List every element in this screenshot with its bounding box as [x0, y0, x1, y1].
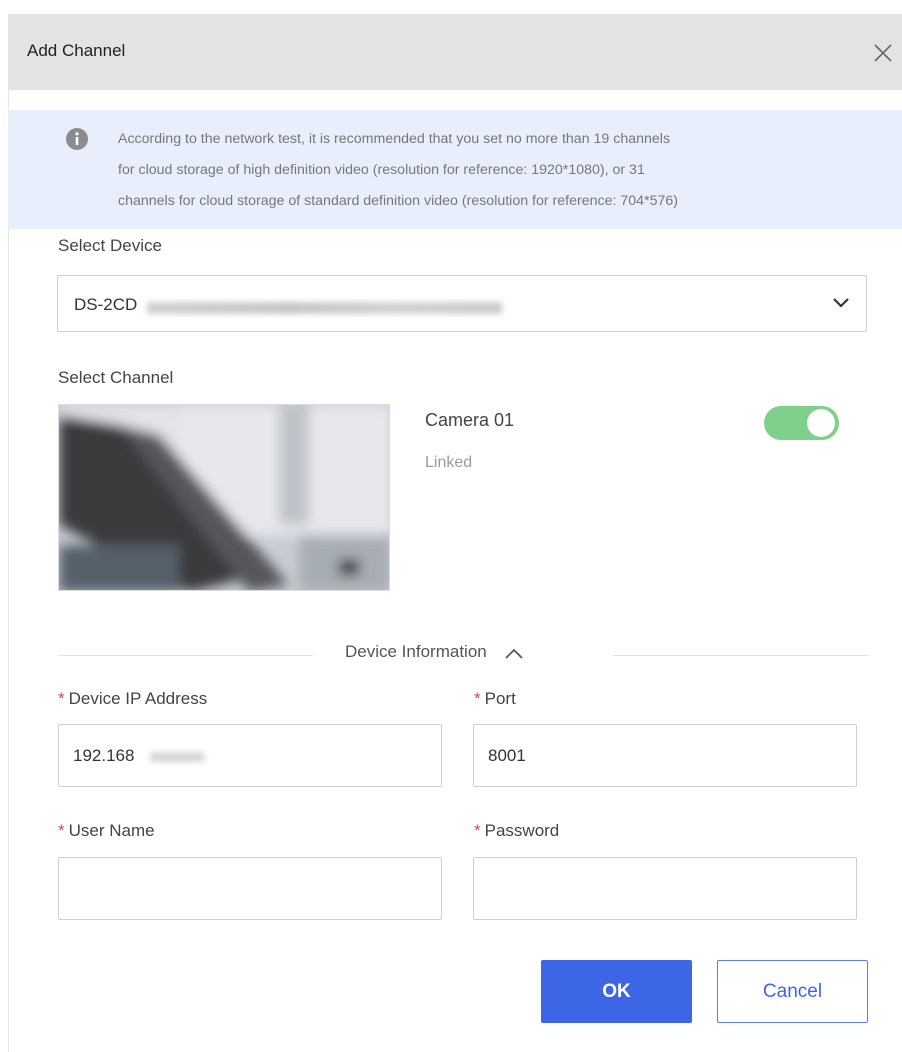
redacted-ip-suffix [150, 752, 204, 762]
select-device-label: Select Device [58, 236, 162, 255]
password-field[interactable] [473, 857, 857, 920]
required-mark: * [58, 689, 65, 708]
dialog-header: Add Channel [8, 14, 902, 90]
add-channel-dialog: Add Channel According to the network tes… [0, 0, 902, 1052]
dialog-title: Add Channel [27, 41, 126, 60]
port-field[interactable]: 8001 [473, 724, 857, 787]
notice-line: According to the network test, it is rec… [118, 131, 671, 147]
ip-address-value: 192.168 [73, 746, 135, 765]
camera-status: Linked [425, 454, 473, 471]
ip-address-label-text: Device IP Address [68, 689, 208, 708]
ok-button[interactable]: OK [541, 960, 692, 1023]
port-label: * Port [474, 689, 516, 709]
ip-address-label: * Device IP Address [58, 689, 207, 709]
device-select-value: DS-2CD [74, 295, 138, 314]
select-channel-label: Select Channel [58, 368, 174, 387]
notice-line: channels for cloud storage of standard d… [118, 193, 678, 209]
username-field[interactable] [58, 857, 442, 920]
cancel-button[interactable]: Cancel [717, 960, 868, 1023]
ip-address-field[interactable]: 192.168 [58, 724, 442, 787]
toggle-knob [807, 409, 835, 437]
info-icon [66, 128, 88, 150]
camera-name: Camera 01 [425, 410, 515, 430]
username-label-text: User Name [68, 821, 155, 840]
device-information-label: Device Information [345, 642, 487, 661]
port-label-text: Port [484, 689, 516, 708]
username-label: * User Name [58, 821, 155, 841]
redacted-device-serial [147, 302, 502, 314]
password-label: * Password [474, 821, 559, 841]
divider [613, 655, 869, 656]
required-mark: * [474, 689, 481, 708]
notice-line: for cloud storage of high definition vid… [118, 162, 645, 178]
divider [58, 655, 313, 656]
camera-thumbnail[interactable] [58, 404, 390, 591]
port-value: 8001 [488, 746, 526, 765]
required-mark: * [474, 821, 481, 840]
device-information-toggle[interactable]: Device Information [345, 642, 525, 662]
close-icon[interactable] [870, 40, 896, 66]
channel-toggle[interactable] [764, 406, 839, 440]
dialog-border [8, 90, 9, 1052]
password-label-text: Password [484, 821, 560, 840]
chevron-down-icon [832, 296, 850, 310]
required-mark: * [58, 821, 65, 840]
chevron-up-icon [503, 646, 525, 660]
network-notice: According to the network test, it is rec… [8, 110, 902, 229]
notice-text: According to the network test, it is rec… [118, 124, 888, 217]
